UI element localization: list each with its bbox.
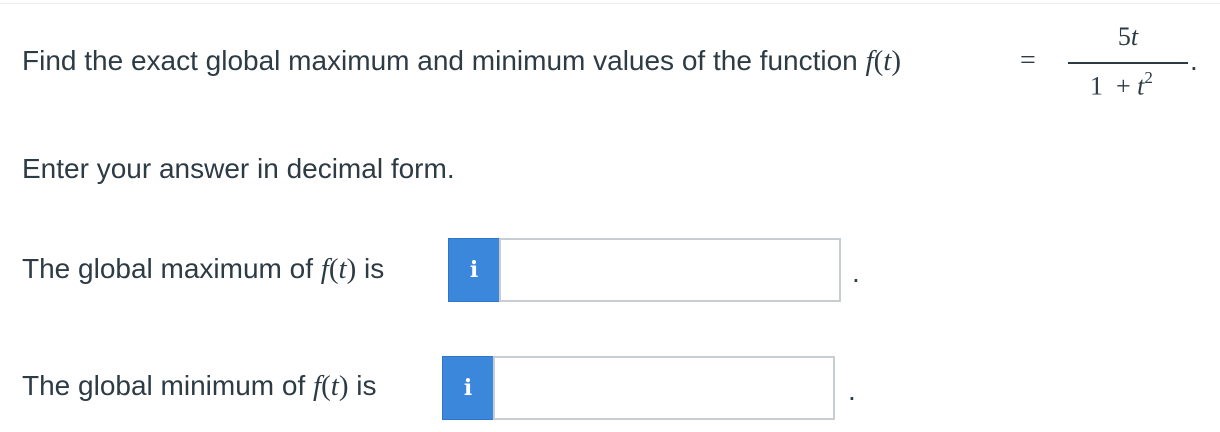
max-info-icon[interactable]: i	[448, 238, 500, 302]
max-answer-input[interactable]	[499, 238, 841, 302]
min-function-notation: f(t)	[313, 370, 349, 402]
min-info-icon[interactable]: i	[442, 356, 494, 420]
function-notation: f(t)	[865, 45, 901, 77]
denominator-constant: 1	[1090, 71, 1103, 101]
denominator-plus: +	[1116, 71, 1131, 101]
question-prose: Find the exact global maximum and minimu…	[22, 45, 858, 76]
max-trailing-period: .	[852, 257, 860, 288]
top-divider	[0, 3, 1220, 4]
equals-sign: =	[1020, 45, 1036, 76]
max-function-name: f	[320, 253, 329, 285]
max-function-notation: f(t)	[320, 253, 357, 285]
numerator-variable: t	[1130, 22, 1139, 51]
question-text: Find the exact global maximum and minimu…	[22, 44, 901, 78]
min-function-variable: t	[330, 370, 339, 402]
fraction-bar	[1068, 62, 1188, 64]
min-function-name: f	[313, 370, 322, 402]
max-function-variable: t	[338, 253, 347, 285]
max-label-text: The global maximum of	[22, 253, 314, 284]
function-fraction: 5t 1 + t2	[1068, 18, 1188, 108]
max-label-suffix: is	[364, 253, 385, 284]
function-name: f	[865, 45, 874, 77]
min-answer-input[interactable]	[493, 356, 835, 420]
min-label-suffix: is	[356, 370, 377, 401]
question-period: .	[1190, 45, 1198, 76]
fraction-numerator: 5t	[1068, 22, 1188, 52]
fraction-denominator: 1 + t2	[1090, 68, 1153, 102]
min-label-text: The global minimum of	[22, 370, 306, 401]
min-trailing-period: .	[848, 375, 856, 406]
numerator-coefficient: 5	[1117, 22, 1131, 51]
max-question-label: The global maximum of f(t) is	[22, 252, 384, 286]
denominator-exponent: 2	[1144, 68, 1153, 87]
min-question-label: The global minimum of f(t) is	[22, 369, 377, 403]
instruction-text: Enter your answer in decimal form.	[22, 153, 455, 184]
